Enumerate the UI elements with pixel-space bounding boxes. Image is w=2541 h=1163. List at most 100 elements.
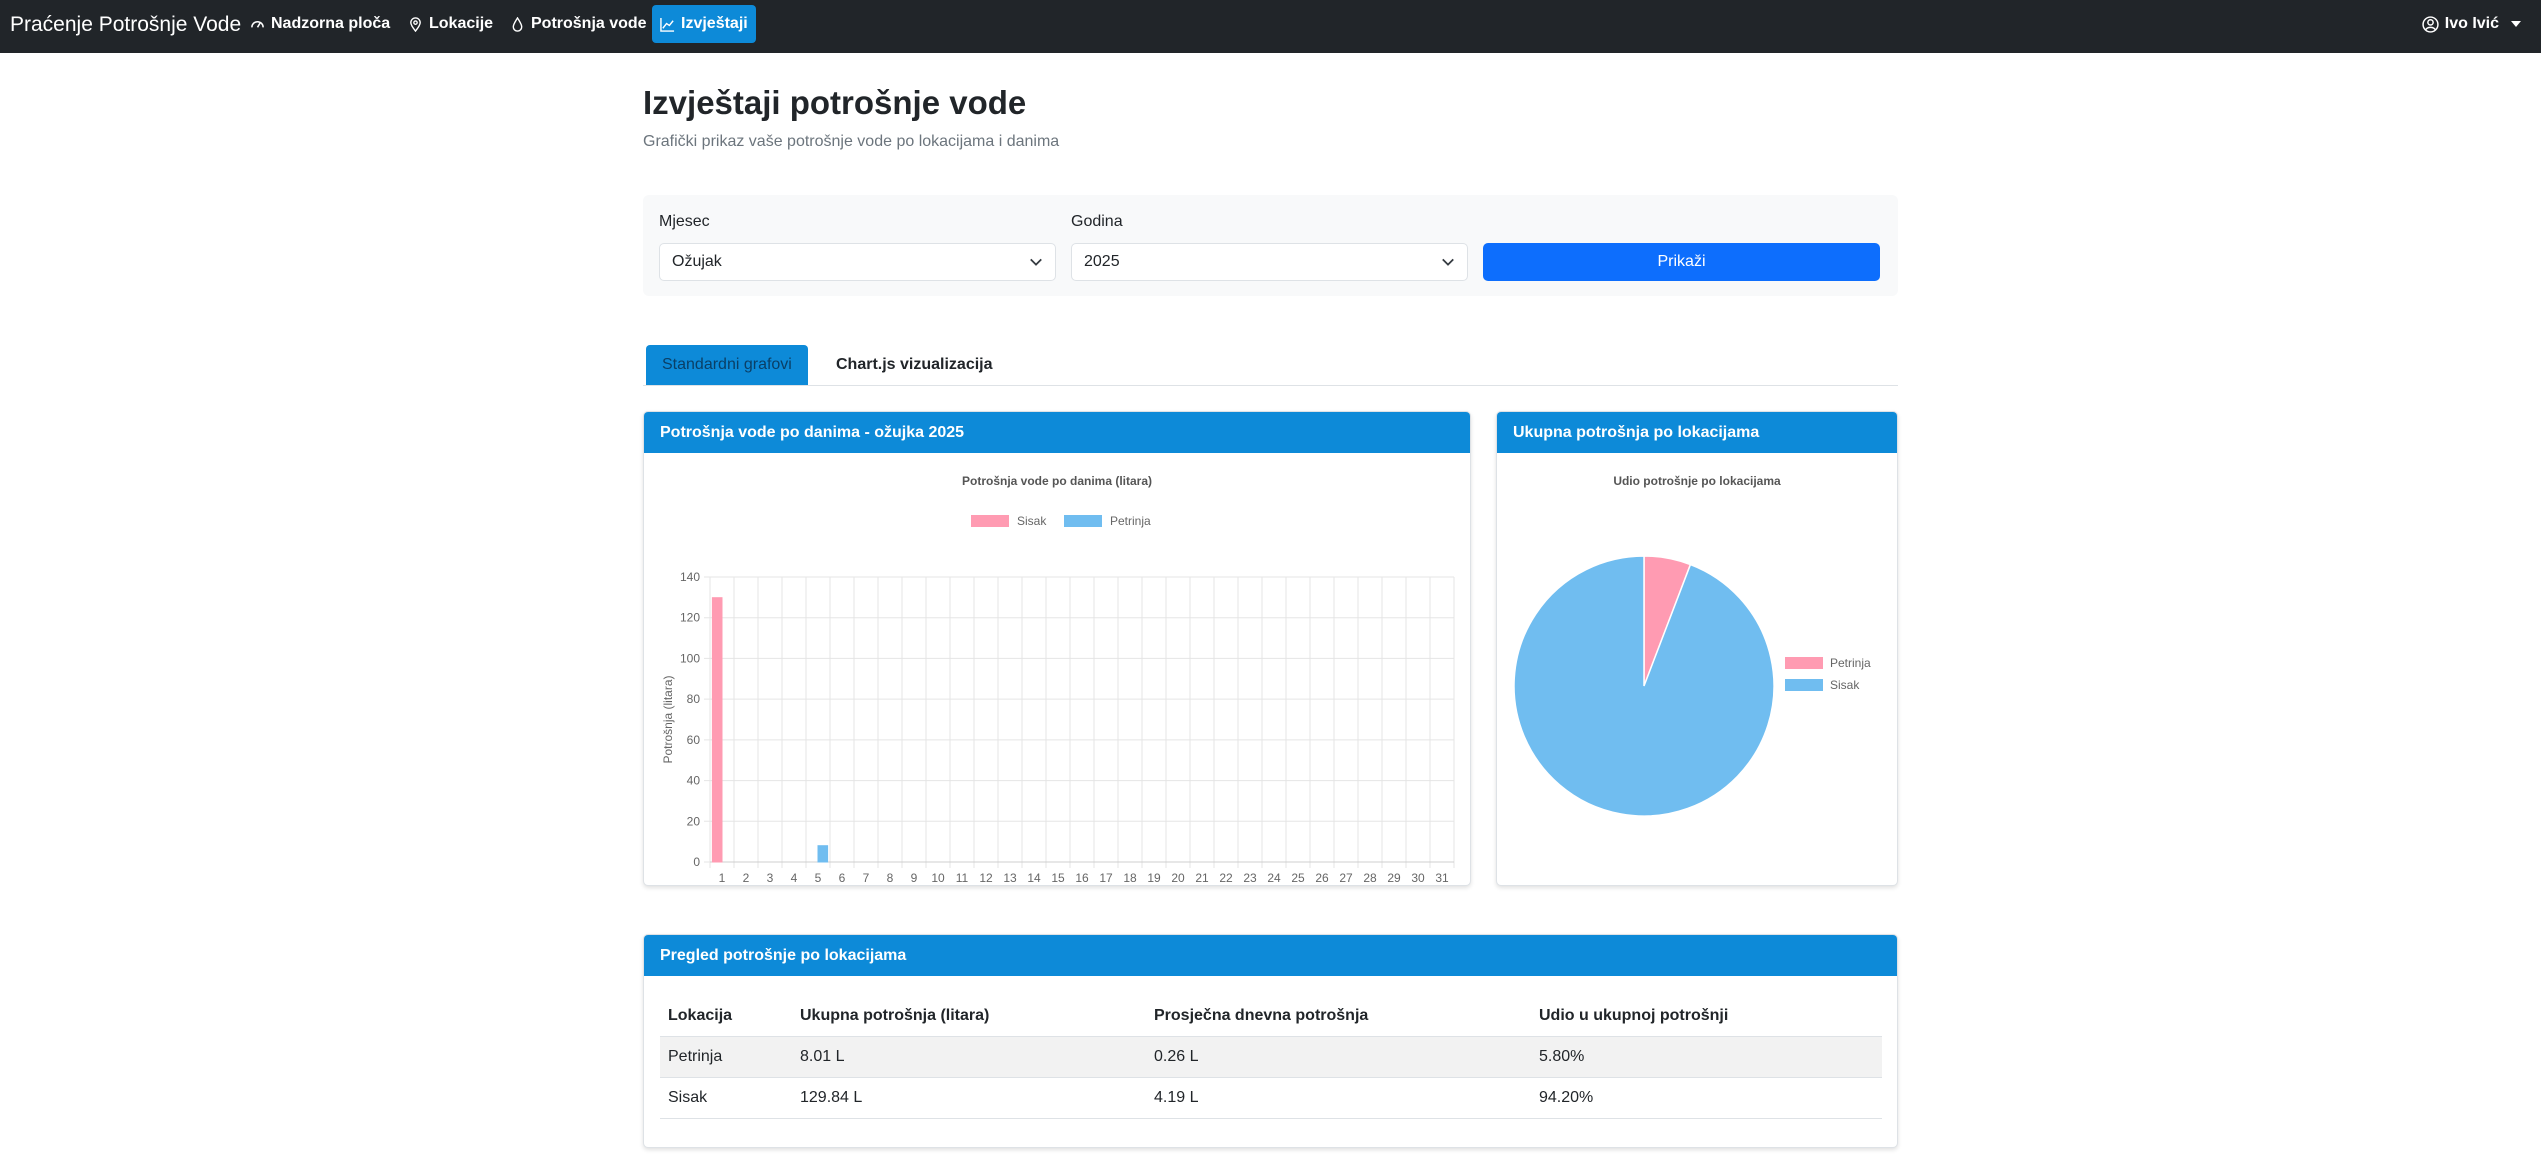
legend-label: Sisak: [1830, 678, 1860, 692]
year-select-value: 2025: [1084, 253, 1120, 270]
column-header: Lokacija: [660, 996, 792, 1037]
map-pin-icon: [410, 16, 421, 32]
user-name: Ivo Ivić: [2444, 15, 2499, 32]
year-select[interactable]: 2025: [1071, 243, 1468, 281]
x-tick-label: 1: [719, 871, 726, 885]
bar: [711, 597, 723, 863]
x-tick-label: 10: [931, 871, 945, 885]
speedometer-icon: [251, 20, 264, 28]
user-menu[interactable]: Ivo Ivić: [2422, 5, 2521, 43]
user-circle-icon: [2422, 15, 2439, 33]
daily-average-cell: 0.26 L: [1146, 1036, 1531, 1078]
y-tick-label: 120: [680, 611, 700, 625]
tab-standard-charts[interactable]: Standardni grafovi: [646, 345, 808, 385]
show-button[interactable]: Prikaži: [1483, 243, 1880, 281]
x-tick-label: 5: [815, 871, 822, 885]
column-header: Udio u ukupnoj potrošnji: [1531, 996, 1882, 1037]
brand-link[interactable]: Praćenje Potrošnje Vode: [10, 13, 241, 37]
nav-item-label: Izvještaji: [681, 15, 748, 32]
table-row: Sisak 129.84 L 4.19 L 94.20%: [660, 1077, 1882, 1119]
legend-label: Petrinja: [1830, 656, 1871, 670]
x-tick-label: 8: [887, 871, 894, 885]
legend-swatch: [971, 515, 1009, 527]
x-tick-label: 11: [956, 871, 969, 885]
overview-table: Lokacija Ukupna potrošnja (litara) Prosj…: [660, 996, 1882, 1119]
x-tick-label: 16: [1075, 871, 1089, 885]
y-tick-label: 40: [687, 774, 701, 788]
month-select[interactable]: Ožujak: [659, 243, 1056, 281]
y-axis-title: Potrošnja (litara): [661, 675, 675, 763]
nav-item-label: Nadzorna ploča: [271, 15, 391, 32]
tab-chartjs[interactable]: Chart.js vizualizacija: [820, 345, 1009, 385]
x-tick-label: 28: [1363, 871, 1377, 885]
table-header-row: Lokacija Ukupna potrošnja (litara) Prosj…: [660, 996, 1882, 1037]
y-tick-label: 0: [693, 855, 700, 869]
share-cell: 94.20%: [1531, 1077, 1882, 1119]
total-cell: 8.01 L: [792, 1036, 1146, 1078]
overview-table-card: Pregled potrošnje po lokacijama Lokacija…: [643, 934, 1898, 1148]
nav-item-label: Lokacije: [429, 15, 494, 32]
month-label: Mjesec: [659, 213, 710, 230]
card-title: Pregled potrošnje po lokacijama: [644, 935, 1897, 976]
column-header: Prosječna dnevna potrošnja: [1146, 996, 1531, 1037]
page-title: Izvještaji potrošnje vode: [643, 84, 1027, 121]
y-tick-label: 80: [687, 692, 701, 706]
x-tick-label: 7: [863, 871, 870, 885]
top-navbar: Praćenje Potrošnje Vode Nadzorna ploča L…: [0, 0, 2541, 53]
x-tick-label: 13: [1003, 871, 1017, 885]
x-tick-label: 21: [1195, 871, 1209, 885]
x-tick-label: 26: [1315, 871, 1329, 885]
nav-item-water-consumption[interactable]: Potrošnja vode: [502, 5, 655, 43]
x-tick-label: 22: [1219, 871, 1233, 885]
card-title: Ukupna potrošnja po lokacijama: [1497, 412, 1897, 453]
x-tick-label: 20: [1171, 871, 1185, 885]
y-tick-label: 140: [680, 570, 700, 584]
share-cell: 5.80%: [1531, 1036, 1882, 1078]
column-header: Ukupna potrošnja (litara): [792, 996, 1146, 1037]
droplet-icon: [512, 16, 523, 32]
table-row: Petrinja 8.01 L 0.26 L 5.80%: [660, 1036, 1882, 1078]
x-tick-label: 6: [839, 871, 846, 885]
x-tick-label: 23: [1243, 871, 1257, 885]
x-tick-label: 4: [791, 871, 798, 885]
x-tick-label: 17: [1099, 871, 1113, 885]
x-tick-label: 18: [1123, 871, 1137, 885]
chart-title: Potrošnja vode po danima (litara): [962, 474, 1152, 488]
x-tick-label: 30: [1411, 871, 1425, 885]
chevron-down-icon: [2511, 21, 2521, 27]
location-share-card: Ukupna potrošnja po lokacijama Udio potr…: [1496, 411, 1898, 886]
legend-label: Petrinja: [1110, 514, 1151, 528]
filter-panel: Mjesec Ožujak Godina 2025 Prikaži: [643, 195, 1898, 296]
nav-item-dashboard[interactable]: Nadzorna ploča: [242, 5, 398, 43]
x-tick-label: 27: [1339, 871, 1353, 885]
x-tick-label: 9: [911, 871, 918, 885]
y-tick-label: 100: [680, 651, 700, 665]
x-tick-label: 25: [1291, 871, 1305, 885]
pie-slice: [1513, 555, 1775, 817]
x-tick-label: 29: [1387, 871, 1401, 885]
location-share-chart: Udio potrošnje po lokacijama Petrinja Sisa…: [1513, 474, 1871, 817]
line-chart-icon: [660, 17, 675, 32]
daily-consumption-card: Potrošnja vode po danima - ožujka 2025 P…: [643, 411, 1471, 886]
location-cell: Sisak: [660, 1077, 792, 1119]
tabs-divider: [643, 385, 1898, 386]
x-tick-label: 14: [1027, 871, 1041, 885]
page-subtitle: Grafički prikaz vaše potrošnje vode po l…: [643, 133, 1060, 150]
y-tick-label: 20: [687, 814, 701, 828]
location-cell: Petrinja: [660, 1036, 792, 1078]
daily-consumption-chart: Potrošnja vode po danima (litara) Sisak Pe…: [661, 474, 1455, 885]
x-tick-label: 24: [1267, 871, 1281, 885]
nav-item-locations[interactable]: Lokacije: [400, 5, 501, 43]
x-tick-label: 12: [979, 871, 993, 885]
x-tick-label: 31: [1435, 871, 1449, 885]
x-tick-label: 15: [1051, 871, 1065, 885]
x-tick-label: 3: [767, 871, 774, 885]
nav-item-label: Potrošnja vode: [531, 15, 647, 32]
y-tick-label: 60: [687, 733, 701, 747]
nav-item-reports[interactable]: Izvještaji: [652, 5, 756, 43]
card-title: Potrošnja vode po danima - ožujka 2025: [644, 412, 1470, 453]
legend-label: Sisak: [1017, 514, 1047, 528]
year-label: Godina: [1071, 213, 1123, 230]
legend-swatch: [1064, 515, 1102, 527]
chart-title: Udio potrošnje po lokacijama: [1613, 474, 1781, 488]
